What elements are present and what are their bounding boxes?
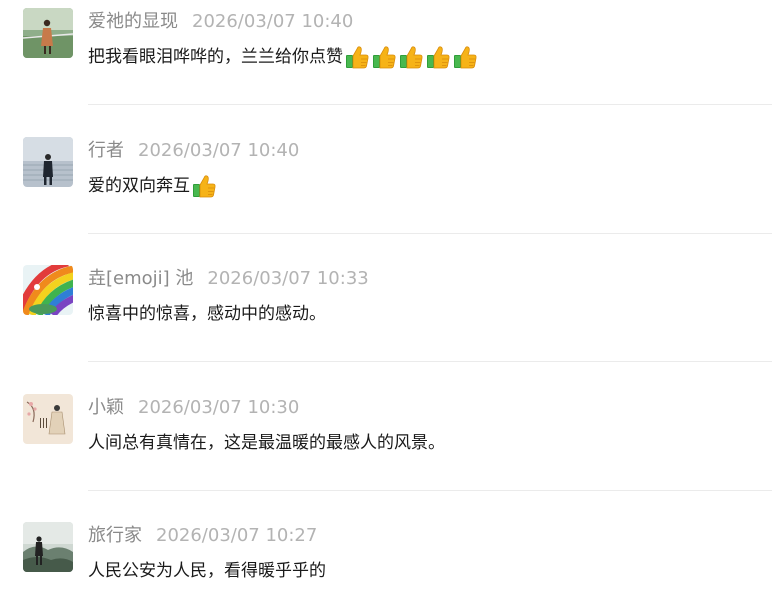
comment-item: 旅行家 2026/03/07 10:27 人民公安为人民，看得暖乎乎的 [0,514,772,616]
comment-timestamp: 2026/03/07 10:33 [207,268,369,289]
thumbs-up-icon [191,173,217,199]
thumbs-up-icon [344,44,370,70]
comment-content: 人间总有真情在，这是最温暖的最感人的风景。 [88,429,445,457]
avatar[interactable] [23,522,73,572]
comment-item: 小颖 2026/03/07 10:30 人间总有真情在，这是最温暖的最感人的风景。 [0,386,772,515]
comment-text: 爱的双向奔互 [88,176,190,196]
divider [88,361,772,362]
comment-text: 惊喜中的惊喜，感动中的感动。 [88,304,326,324]
comment-text: 把我看眼泪哗哗的，兰兰给你点赞 [88,47,343,67]
comment-timestamp: 2026/03/07 10:27 [156,525,318,546]
comment-nickname[interactable]: 小颖 [88,397,124,418]
comment-timestamp: 2026/03/07 10:30 [138,397,300,418]
comment-text: 人民公安为人民，看得暖乎乎的 [88,561,326,581]
comment-item: 垚[emoji] 池 2026/03/07 10:33 惊喜中的惊喜，感动中的感动… [0,257,772,386]
comment-content: 惊喜中的惊喜，感动中的感动。 [88,300,326,328]
comment-list: 爱祂的显现 2026/03/07 10:40 把我看眼泪哗哗的，兰兰给你点赞 行… [0,0,772,616]
comment-content: 人民公安为人民，看得暖乎乎的 [88,557,326,585]
comment-nickname[interactable]: 爱祂的显现 [88,11,178,32]
thumbs-up-icon [371,44,397,70]
thumbs-up-icon [398,44,424,70]
comment-content: 把我看眼泪哗哗的，兰兰给你点赞 [88,43,478,71]
avatar[interactable] [23,137,73,187]
comment-nickname[interactable]: 旅行家 [88,525,142,546]
comment-content: 爱的双向奔互 [88,172,217,200]
avatar[interactable] [23,265,73,315]
thumbs-up-icon [425,44,451,70]
comment-timestamp: 2026/03/07 10:40 [192,11,354,32]
divider [88,490,772,491]
comment-timestamp: 2026/03/07 10:40 [138,140,300,161]
avatar[interactable] [23,8,73,58]
comment-nickname[interactable]: 垚[emoji] 池 [88,268,193,289]
comment-item: 行者 2026/03/07 10:40 爱的双向奔互 [0,129,772,258]
thumbs-up-icon [452,44,478,70]
divider [88,104,772,105]
comment-item: 爱祂的显现 2026/03/07 10:40 把我看眼泪哗哗的，兰兰给你点赞 [0,0,772,129]
avatar[interactable] [23,394,73,444]
divider [88,233,772,234]
comment-nickname[interactable]: 行者 [88,140,124,161]
comment-text: 人间总有真情在，这是最温暖的最感人的风景。 [88,433,445,453]
